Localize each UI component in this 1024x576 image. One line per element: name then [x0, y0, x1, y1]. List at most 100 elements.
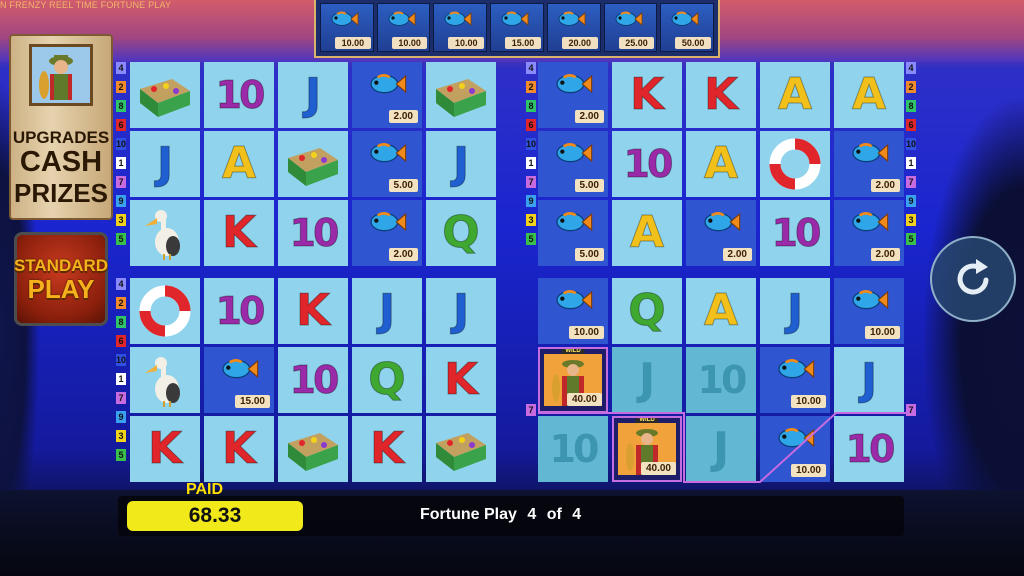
symbol-letter: K	[443, 354, 479, 405]
fortune-play-label: Fortune Play	[420, 506, 517, 523]
right-number-bottom: 7	[906, 404, 916, 423]
fish-icon	[778, 428, 815, 448]
standard-play-line1: STANDARD	[13, 255, 109, 275]
reel-cell: 2.00	[538, 62, 608, 128]
tackle-box-icon	[288, 433, 338, 471]
fish-icon	[444, 11, 472, 26]
reel-cell	[278, 416, 348, 482]
reel-cell: K	[204, 416, 274, 482]
symbol-pelican	[130, 200, 200, 266]
reel-cell: J	[130, 131, 200, 197]
symbol-letter: J	[712, 423, 730, 474]
reel-cell: J	[426, 278, 496, 344]
reel-cell: 10	[760, 200, 830, 266]
upgrades-text: UPGRADES	[12, 128, 110, 147]
symbol-10: 10	[612, 131, 682, 197]
refresh-icon	[957, 259, 989, 295]
number-badge: 10	[116, 354, 127, 366]
cash-text: CASH	[19, 146, 103, 178]
right-numbers-top: 4 2 8 6 10 1 7 9 3 5	[906, 62, 916, 252]
fish-value-cell: 10.00	[376, 3, 431, 52]
cash-value: 5.00	[574, 248, 604, 261]
symbol-letter: K	[703, 69, 739, 120]
reel-cell	[130, 347, 200, 413]
reel-cell: 2.00	[834, 200, 904, 266]
reel-cell: K	[130, 416, 200, 482]
fish-value: 20.00	[561, 37, 598, 49]
fish-value-cell: 20.00	[546, 3, 601, 52]
symbol-letter: 10	[215, 73, 266, 117]
reel-cell: 10	[278, 347, 348, 413]
fish-icon	[556, 143, 593, 163]
number-badge: 10	[526, 138, 537, 150]
symbol-q: Q	[426, 200, 496, 266]
fish-value: 10.00	[448, 37, 485, 49]
number-badge: 2	[116, 297, 126, 309]
reel-cell: Q	[352, 347, 422, 413]
symbol-j: J	[612, 347, 682, 413]
symbol-letter: 10	[549, 427, 600, 471]
reel-cell: 10	[612, 131, 682, 197]
symbol-letter: J	[860, 354, 878, 405]
symbol-letter: A	[851, 69, 887, 120]
symbol-a: A	[612, 200, 682, 266]
fortune-play-status: Fortune Play 4 of 4	[420, 506, 587, 524]
symbol-letter: K	[629, 69, 665, 120]
symbol-letter: J	[786, 285, 804, 336]
reels-grid-bottom-left: 10 K J J 15.00 10 Q K K K K	[130, 278, 496, 482]
symbol-10: 10	[834, 416, 904, 482]
symbol-letter: A	[703, 138, 739, 189]
paid-label: PAID	[186, 481, 224, 498]
symbol-letter: A	[221, 138, 257, 189]
symbol-10: 10	[278, 200, 348, 266]
reel-cell: 10	[686, 347, 756, 413]
number-badge: 9	[116, 411, 126, 423]
reel-cell: A	[612, 200, 682, 266]
reel-cell: J	[834, 347, 904, 413]
symbol-10: 10	[686, 347, 756, 413]
fish-icon	[222, 359, 259, 379]
symbol-letter: A	[777, 69, 813, 120]
number-badge: 7	[116, 176, 126, 188]
symbol-j: J	[426, 131, 496, 197]
number-badge: 2	[526, 81, 536, 93]
fish-value-cell: 10.00	[433, 3, 488, 52]
number-badge: 8	[116, 100, 126, 112]
reel-cell	[130, 278, 200, 344]
symbol-letter: A	[629, 207, 665, 258]
symbol-k: K	[204, 416, 274, 482]
left-numbers-top: 4 2 8 6 10 1 7 9 3 5	[116, 62, 126, 252]
symbol-letter: J	[452, 285, 470, 336]
reels-grid-top-left: 10 J 2.00 J A 5.00 J K 10 2.00 Q	[130, 62, 496, 266]
tackle-box-icon	[288, 148, 338, 186]
symbol-pelican	[130, 347, 200, 413]
number-badge: 9	[526, 195, 536, 207]
symbol-letter: J	[638, 354, 656, 405]
tackle-box-icon	[436, 79, 486, 117]
cash-value: 40.00	[640, 462, 676, 475]
number-badge: 5	[116, 449, 126, 461]
symbol-life-ring	[130, 278, 200, 344]
middle-numbers-top: 4 2 8 6 10 1 7 9 3 5	[526, 62, 536, 252]
symbol-letter: 10	[289, 358, 340, 402]
reel-cell: 10.00	[760, 347, 830, 413]
reel-cell: 10.00	[760, 416, 830, 482]
life-ring-icon	[769, 138, 821, 190]
reel-cell: J	[426, 131, 496, 197]
symbol-tackle-box	[426, 416, 496, 482]
reel-cell: 2.00	[352, 200, 422, 266]
spin-button[interactable]	[930, 236, 1016, 322]
reel-cell: 10	[538, 416, 608, 482]
reel-cell: J	[278, 62, 348, 128]
cash-value: 10.00	[790, 464, 826, 477]
reel-cell: K	[204, 200, 274, 266]
symbol-10: 10	[204, 62, 274, 128]
number-badge: 10	[906, 138, 917, 150]
fish-icon	[852, 290, 889, 310]
reel-cell: A	[686, 131, 756, 197]
symbol-letter: A	[703, 285, 739, 336]
fish-value: 10.00	[335, 37, 371, 49]
standard-play-button[interactable]: STANDARD PLAY	[14, 232, 108, 326]
number-badge: 3	[116, 430, 126, 442]
number-badge: 4	[116, 62, 126, 74]
